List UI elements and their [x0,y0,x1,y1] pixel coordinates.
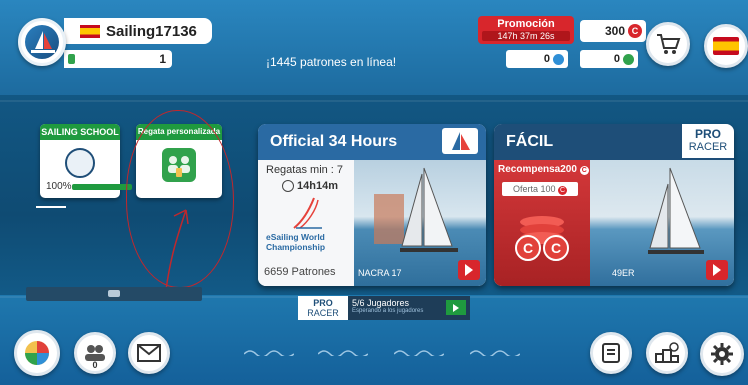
shop-button[interactable] [646,22,690,66]
pro-racer-tag: PRO RACER [682,124,734,158]
hand-drawn-arrow-icon [165,209,189,291]
boat-class-label: 49ER [612,268,635,278]
document-icon [602,343,620,363]
messages-button[interactable] [128,332,170,374]
color-wheel-icon [25,341,49,365]
level-pill: 1 [64,50,172,68]
races-min: Regatas min : 7 [266,164,344,176]
promo-title: Promoción [497,18,555,30]
reward-amount: 200 [560,164,577,175]
news-button[interactable] [590,332,632,374]
pro-label: PRO [313,298,333,308]
sail-logo-icon [452,132,470,150]
chat-bar[interactable] [26,287,202,301]
reward-panel: Recompensa200 C Oferta 100 C C C [494,160,590,286]
championship-line-1: eSailing World [266,232,325,242]
blue-gem-icon [553,53,564,65]
wave-icon [394,350,444,356]
pro-racer-badge: PRO RACER [298,296,348,320]
spain-flag-icon [713,37,739,55]
coins-value: 300 [604,24,625,38]
envelope-icon [137,344,161,362]
chat-icon [108,290,120,297]
esailing-championship-logo-icon [293,197,322,229]
racer-label: RACER [688,141,728,153]
coin-icon: C [628,24,642,38]
friends-button[interactable]: 0 [74,332,116,374]
level-number: 1 [159,52,166,66]
spain-flag-icon [80,24,100,38]
sea-stripe [0,100,748,102]
boat-class-label: NACRA 17 [358,268,402,278]
promo-button[interactable]: Promoción 147h 37m 26s [478,16,574,44]
easy-race-title-text: FÁCIL [506,133,554,150]
play-icon [465,264,473,276]
players-info: 5/6 Jugadores Esperando a los jugadores [348,296,470,320]
official-race-card[interactable]: Official 34 Hours Regatas min : 7 14h14m… [258,124,486,286]
play-icon [713,264,721,276]
49er-boat-photo: 49ER [590,160,734,286]
profile-logo-button[interactable] [18,18,66,66]
pro-label: PRO [694,127,721,141]
page-indicator [36,206,66,208]
sailing-school-header: SAILING SCHOOL [40,124,120,140]
join-lobby-button[interactable] [446,300,466,315]
championship-label: eSailing World Championship [266,232,325,252]
svg-text:C: C [551,240,561,256]
race-duration: 14h14m [297,180,338,192]
boat-customize-button[interactable] [14,330,60,376]
easy-race-play-button[interactable] [706,260,728,280]
gear-icon [711,343,733,365]
boat-helmet-icon [65,148,95,178]
username-pill[interactable]: Sailing17136 [64,18,212,44]
skiff-icon [648,167,704,254]
podium-icon [655,342,679,363]
reward-label: Recompensa200 C [498,164,589,175]
leaderboard-button[interactable] [646,332,688,374]
wave-icon [470,350,520,356]
coin-icon: C [579,166,589,175]
offer-text: Oferta 100 [512,184,556,194]
championship-line-2: Championship [266,242,326,252]
language-button[interactable] [704,24,748,68]
online-players-text: ¡1445 patrones en línea! [266,55,397,69]
patrons-count: 6659 Patrones [264,266,336,278]
play-icon [453,303,459,312]
promo-timer: 147h 37m 26s [482,31,570,41]
friends-count: 0 [92,360,98,370]
blue-resource-value: 0 [543,53,550,65]
wave-icon [244,350,294,356]
offer-label: Oferta 100 C [502,182,578,196]
school-progress-bar [72,184,132,190]
wave-icon [318,350,368,356]
settings-button[interactable] [700,332,744,376]
official-race-title-text: Official 34 Hours [270,133,398,150]
green-gem-icon [623,53,634,65]
coin-icon: C [558,186,568,195]
school-progress-text: 100% [46,181,72,192]
sailing-logo-icon [25,25,59,59]
svg-text:C: C [523,240,533,256]
nacra-boat-photo: NACRA 17 [354,160,486,286]
level-progress-bar [68,54,75,64]
coins-counter[interactable]: 300 C [580,20,646,42]
username: Sailing17136 [106,22,197,40]
sailing-school-tile[interactable]: SAILING SCHOOL 100% [40,124,132,198]
official-race-info: Regatas min : 7 14h14m eSailing World Ch… [258,160,354,286]
esailing-badge [442,128,478,154]
green-resource-counter: 0 [580,50,638,68]
green-resource-value: 0 [613,53,620,65]
clock-icon [282,180,294,192]
catamaran-icon [374,167,458,252]
easy-race-card[interactable]: FÁCIL PRO RACER Recompensa200 C Oferta 1… [494,124,734,286]
cart-icon [657,34,681,54]
blue-resource-counter: 0 [506,50,568,68]
duration-row: 14h14m [282,180,338,192]
coin-stack-icon: C C [515,216,569,261]
official-race-play-button[interactable] [458,260,480,280]
reward-text: Recompensa [498,164,561,175]
racer-label: RACER [307,308,339,318]
top-band [0,0,748,95]
pro-racer-lobby[interactable]: PRO RACER 5/6 Jugadores Esperando a los … [298,296,470,320]
